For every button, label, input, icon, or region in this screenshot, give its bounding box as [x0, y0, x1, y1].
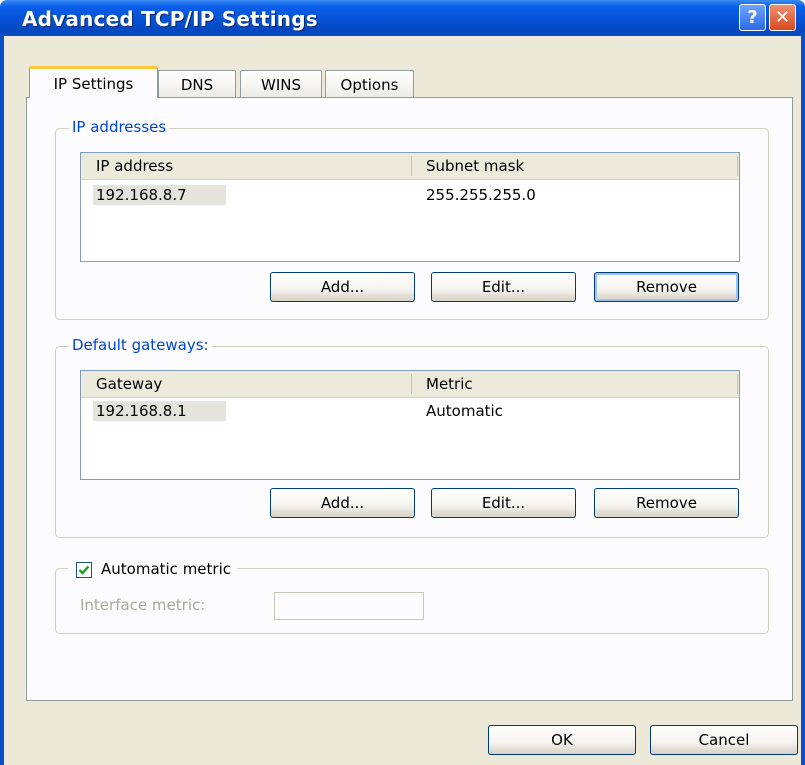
- list-header: Gateway Metric: [81, 371, 739, 398]
- ip-row-address[interactable]: 192.168.8.7: [93, 185, 226, 205]
- column-divider[interactable]: [737, 374, 738, 394]
- button-label: OK: [551, 731, 573, 749]
- list-header: IP address Subnet mask: [81, 153, 739, 180]
- ip-row-mask[interactable]: 255.255.255.0: [426, 185, 536, 205]
- gateway-row-address[interactable]: 192.168.8.1: [93, 401, 226, 421]
- title-bar[interactable]: Advanced TCP/IP Settings ? ✕: [0, 0, 805, 36]
- help-button[interactable]: ?: [739, 4, 766, 31]
- tab-label: Options: [340, 75, 399, 94]
- close-icon: ✕: [774, 7, 791, 28]
- automatic-metric-checkbox[interactable]: [76, 562, 92, 578]
- gateway-row-metric[interactable]: Automatic: [426, 401, 503, 421]
- button-label: Remove: [636, 494, 697, 512]
- automatic-metric-option[interactable]: Automatic metric: [68, 558, 237, 582]
- tab-ip-settings[interactable]: IP Settings: [29, 66, 158, 98]
- cancel-button[interactable]: Cancel: [650, 725, 798, 755]
- tab-wins[interactable]: WINS: [240, 70, 322, 98]
- button-label: Add...: [320, 494, 365, 512]
- ok-button[interactable]: OK: [488, 725, 636, 755]
- window-frame-right: [801, 36, 805, 765]
- ip-address-list[interactable]: IP address Subnet mask 192.168.8.7 255.2…: [80, 152, 740, 262]
- column-header-metric[interactable]: Metric: [426, 371, 473, 397]
- help-icon: ?: [747, 7, 758, 28]
- tab-dns[interactable]: DNS: [158, 70, 236, 98]
- gateway-add-button[interactable]: Add...: [270, 488, 415, 518]
- gateway-list[interactable]: Gateway Metric 192.168.8.1 Automatic: [80, 370, 740, 480]
- column-header-subnet-mask[interactable]: Subnet mask: [426, 153, 524, 179]
- automatic-metric-label: Automatic metric: [101, 560, 231, 578]
- button-label: Edit...: [481, 494, 526, 512]
- tab-label: WINS: [261, 75, 301, 94]
- ip-addresses-group-label: IP addresses: [69, 118, 170, 136]
- column-divider[interactable]: [411, 374, 412, 394]
- gateway-remove-button[interactable]: Remove: [594, 488, 739, 518]
- tab-label: DNS: [180, 75, 214, 94]
- button-label: Cancel: [698, 731, 750, 749]
- ip-edit-button[interactable]: Edit...: [431, 272, 576, 302]
- column-divider[interactable]: [411, 156, 412, 176]
- button-label: Remove: [636, 278, 697, 296]
- column-header-gateway[interactable]: Gateway: [96, 371, 162, 397]
- interface-metric-input[interactable]: [274, 592, 424, 620]
- column-divider[interactable]: [737, 156, 738, 176]
- close-button[interactable]: ✕: [769, 4, 796, 31]
- column-header-ip-address[interactable]: IP address: [96, 153, 173, 179]
- window-title: Advanced TCP/IP Settings: [22, 7, 318, 31]
- window-frame-left: [0, 36, 4, 765]
- interface-metric-label: Interface metric:: [80, 596, 206, 614]
- button-label: Edit...: [481, 278, 526, 296]
- tab-options[interactable]: Options: [325, 70, 414, 98]
- button-label: Add...: [320, 278, 365, 296]
- gateways-group-label: Default gateways:: [69, 336, 212, 354]
- tab-label: IP Settings: [53, 74, 134, 93]
- gateway-edit-button[interactable]: Edit...: [431, 488, 576, 518]
- ip-remove-button[interactable]: Remove: [594, 272, 739, 302]
- checkmark-icon: [78, 565, 90, 575]
- ip-add-button[interactable]: Add...: [270, 272, 415, 302]
